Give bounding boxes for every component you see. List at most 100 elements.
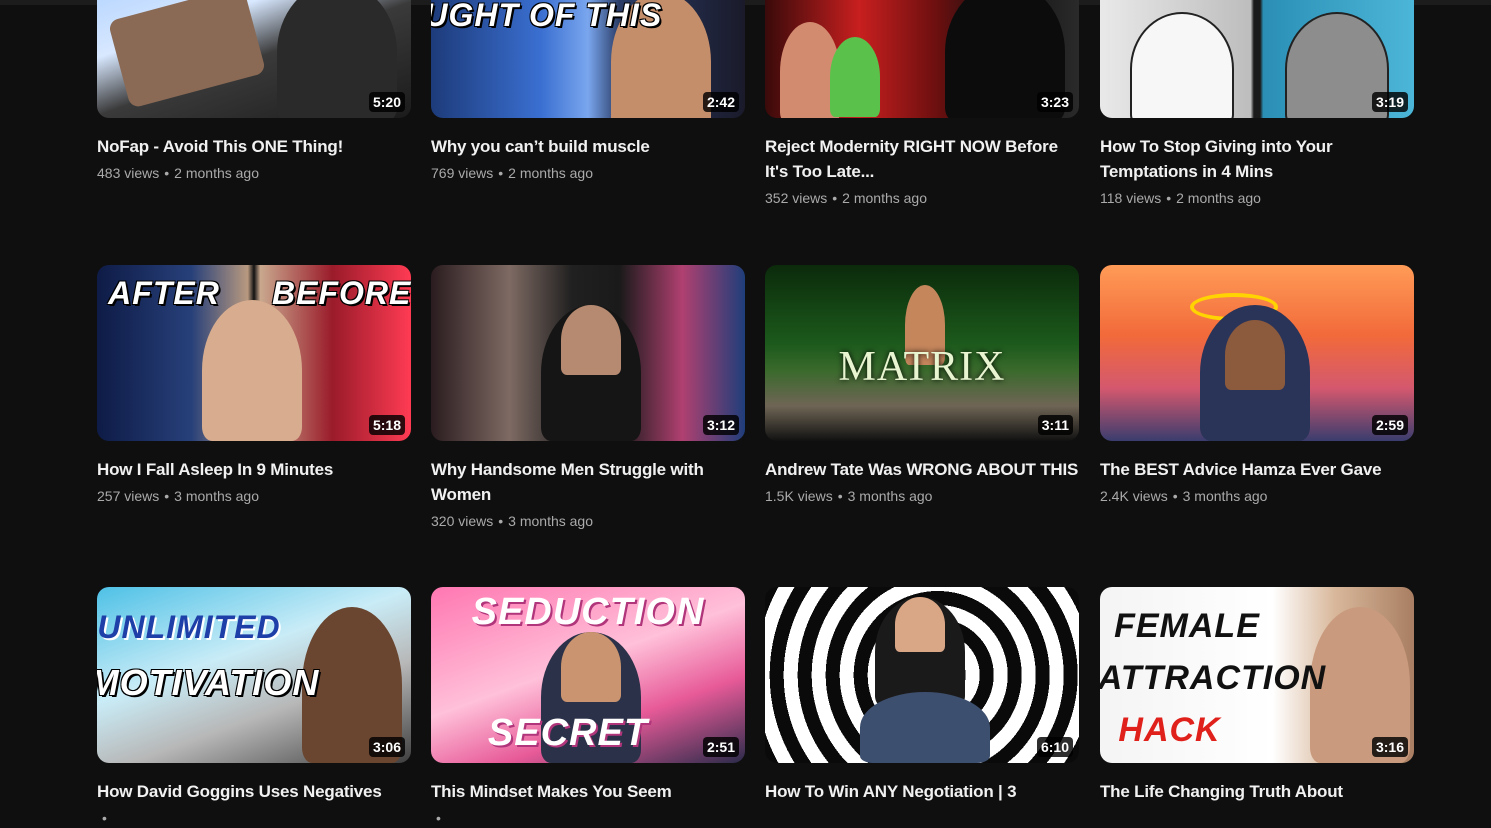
- face-graphic: [1225, 320, 1285, 390]
- thumbnail-overlay-text: FEMALE: [1114, 607, 1260, 645]
- video-duration: 2:59: [1371, 415, 1408, 435]
- video-title[interactable]: The Life Changing Truth About: [1100, 779, 1414, 804]
- view-count: 118 views: [1100, 190, 1162, 206]
- thumbnail-overlay-text: ATTRACTION: [1100, 659, 1327, 697]
- view-count: 320 views: [431, 513, 494, 529]
- video-meta: •: [97, 808, 411, 828]
- video-meta: 352 views • 2 months ago: [765, 188, 1079, 208]
- video-title[interactable]: How To Stop Giving into Your Temptations…: [1100, 134, 1414, 184]
- view-count: 2.4K views: [1100, 488, 1168, 504]
- upload-age: 3 months ago: [847, 488, 933, 504]
- video-thumbnail[interactable]: 3:12: [431, 265, 745, 441]
- upload-age: 2 months ago: [1176, 190, 1261, 206]
- video-meta: 483 views • 2 months ago: [97, 163, 411, 183]
- video-title[interactable]: NoFap - Avoid This ONE Thing!: [97, 134, 411, 159]
- video-duration: 3:16: [1371, 737, 1408, 757]
- view-count: 257 views: [97, 488, 160, 504]
- thumbnail-overlay-text: THOUGHT OF THIS: [431, 0, 663, 33]
- video-card[interactable]: SEDUCTION SECRET 2:51 This Mindset Makes…: [431, 587, 745, 828]
- video-duration: 3:06: [368, 737, 405, 757]
- video-title[interactable]: How David Goggins Uses Negatives: [97, 779, 411, 804]
- video-duration: 6:10: [1036, 737, 1073, 757]
- thumbnail-overlay-text: MATRIX: [838, 344, 1006, 390]
- video-meta: 769 views • 2 months ago: [431, 163, 745, 183]
- video-meta: [765, 808, 1079, 828]
- video-card[interactable]: 5:20 NoFap - Avoid This ONE Thing! 483 v…: [97, 0, 411, 183]
- thumbnail-overlay-text: SEDUCTION: [471, 591, 705, 633]
- video-card[interactable]: 3:19 How To Stop Giving into Your Tempta…: [1100, 0, 1414, 208]
- video-duration: 5:18: [368, 415, 405, 435]
- video-title[interactable]: Andrew Tate Was WRONG ABOUT THIS: [765, 457, 1079, 482]
- meta-separator: •: [164, 488, 170, 504]
- video-title[interactable]: Why you can’t build muscle: [431, 134, 745, 159]
- view-count: 352 views: [765, 190, 828, 206]
- thumbnail-overlay-text: SECRET: [487, 712, 649, 754]
- person-silhouette: [860, 692, 990, 763]
- video-card[interactable]: 3:12 Why Handsome Men Struggle with Wome…: [431, 265, 745, 531]
- upload-age: 2 months ago: [508, 165, 594, 181]
- video-duration: 3:23: [1036, 92, 1073, 112]
- face-graphic: [830, 37, 880, 117]
- meta-separator: •: [837, 488, 843, 504]
- meta-separator: •: [498, 513, 504, 529]
- thumbnail-overlay-text: UNLIMITED: [97, 609, 281, 645]
- meta-separator: •: [498, 165, 504, 181]
- video-card[interactable]: THOUGHT OF THIS 2:42 Why you can’t build…: [431, 0, 745, 183]
- meta-separator: •: [436, 810, 441, 826]
- meta-separator: •: [164, 165, 170, 181]
- video-thumbnail[interactable]: AFTER BEFORE 5:18: [97, 265, 411, 441]
- video-thumbnail[interactable]: 5:20: [97, 0, 411, 118]
- upload-age: 3 months ago: [508, 513, 594, 529]
- upload-age: 2 months ago: [174, 165, 260, 181]
- face-graphic: [561, 305, 621, 375]
- video-thumbnail[interactable]: THOUGHT OF THIS 2:42: [431, 0, 745, 118]
- video-card[interactable]: 3:23 Reject Modernity RIGHT NOW Before I…: [765, 0, 1079, 208]
- video-card[interactable]: UNLIMITED MOTIVATION 3:06 How David Gogg…: [97, 587, 411, 828]
- video-meta: 320 views • 3 months ago: [431, 511, 745, 531]
- video-thumbnail[interactable]: 3:23: [765, 0, 1079, 118]
- view-count: 1.5K views: [765, 488, 833, 504]
- view-count: 769 views: [431, 165, 494, 181]
- face-graphic: [202, 300, 302, 441]
- thumbnail-overlay-text: MOTIVATION: [97, 662, 320, 703]
- upload-age: 3 months ago: [1182, 488, 1268, 504]
- video-thumbnail[interactable]: UNLIMITED MOTIVATION 3:06: [97, 587, 411, 763]
- upload-age: 2 months ago: [842, 190, 928, 206]
- video-duration: 3:19: [1371, 92, 1408, 112]
- thumbnail-overlay-text: HACK: [1118, 711, 1221, 749]
- video-title[interactable]: Why Handsome Men Struggle with Women: [431, 457, 745, 507]
- video-title[interactable]: The BEST Advice Hamza Ever Gave: [1100, 457, 1414, 482]
- video-thumbnail[interactable]: 2:59: [1100, 265, 1414, 441]
- video-meta: 1.5K views • 3 months ago: [765, 486, 1079, 506]
- video-meta: •: [431, 808, 745, 828]
- video-title[interactable]: Reject Modernity RIGHT NOW Before It's T…: [765, 134, 1079, 184]
- video-card[interactable]: MATRIX 3:11 Andrew Tate Was WRONG ABOUT …: [765, 265, 1079, 506]
- video-card[interactable]: 6:10 How To Win ANY Negotiation | 3: [765, 587, 1079, 828]
- video-meta: [1100, 808, 1414, 828]
- meta-separator: •: [832, 190, 838, 206]
- view-count: 483 views: [97, 165, 160, 181]
- meta-separator: •: [1166, 190, 1172, 206]
- face-graphic: [895, 597, 945, 652]
- video-thumbnail[interactable]: SEDUCTION SECRET 2:51: [431, 587, 745, 763]
- video-card[interactable]: 2:59 The BEST Advice Hamza Ever Gave 2.4…: [1100, 265, 1414, 506]
- thumbnail-overlay-text: BEFORE: [272, 275, 411, 311]
- video-card[interactable]: AFTER BEFORE 5:18 How I Fall Asleep In 9…: [97, 265, 411, 506]
- video-duration: 2:42: [702, 92, 739, 112]
- video-meta: 118 views • 2 months ago: [1100, 188, 1414, 208]
- video-thumbnail[interactable]: 3:19: [1100, 0, 1414, 118]
- video-card[interactable]: FEMALE ATTRACTION HACK 3:16 The Life Cha…: [1100, 587, 1414, 828]
- video-thumbnail[interactable]: MATRIX 3:11: [765, 265, 1079, 441]
- wojak-face-graphic: [1130, 12, 1234, 118]
- video-title[interactable]: How I Fall Asleep In 9 Minutes: [97, 457, 411, 482]
- video-title[interactable]: How To Win ANY Negotiation | 3: [765, 779, 1079, 804]
- video-title[interactable]: This Mindset Makes You Seem: [431, 779, 745, 804]
- video-thumbnail[interactable]: FEMALE ATTRACTION HACK 3:16: [1100, 587, 1414, 763]
- meta-separator: •: [102, 810, 107, 826]
- video-meta: 2.4K views • 3 months ago: [1100, 486, 1414, 506]
- face-graphic: [561, 632, 621, 702]
- upload-age: 3 months ago: [174, 488, 260, 504]
- meta-separator: •: [1172, 488, 1178, 504]
- video-duration: 5:20: [368, 92, 405, 112]
- video-thumbnail[interactable]: 6:10: [765, 587, 1079, 763]
